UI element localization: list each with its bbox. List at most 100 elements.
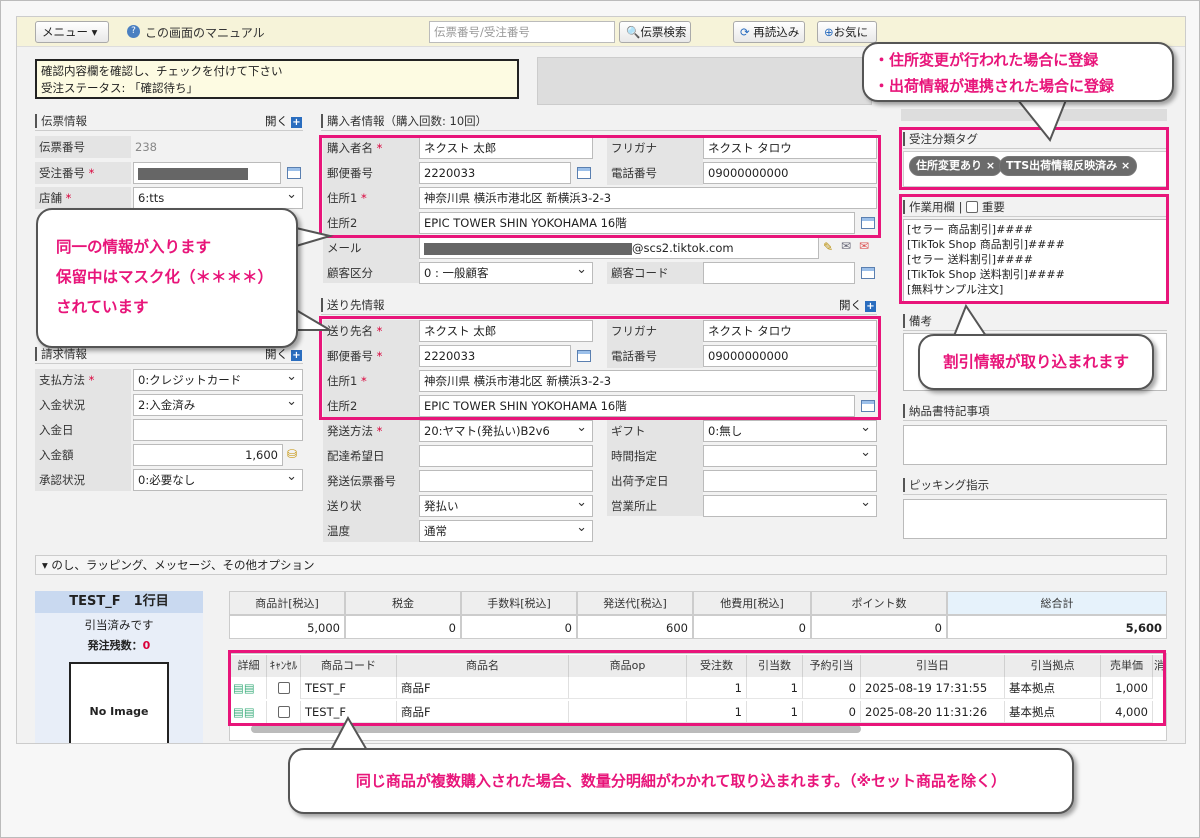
callout-lines: 同じ商品が複数購入された場合、数量分明細がわかれて取り込まれます。（※セット商品… <box>288 748 1074 814</box>
slip-search-label: 伝票検索 <box>640 25 687 39</box>
allocation-status: 引当済みです <box>84 618 154 632</box>
edit-mail-icon[interactable]: ✎ <box>823 240 833 254</box>
totals-header: 税金 <box>345 591 461 615</box>
section-ship-title: 送り先情報 <box>327 298 385 312</box>
mail-icon[interactable]: ✉ <box>841 239 851 253</box>
menu-button[interactable]: メニュー ▾ <box>35 21 109 43</box>
buyer-mail-input[interactable]: @scs2.tiktok.com <box>419 237 819 259</box>
picking-textarea[interactable] <box>903 499 1167 539</box>
deposit-amount-label: 入金額 <box>39 448 74 462</box>
status-area <box>537 57 872 105</box>
store-label: 店舗 * <box>39 191 72 205</box>
slip-no-value: 238 <box>135 140 157 154</box>
slip-no-label: 伝票番号 <box>39 140 85 154</box>
order-no-label: 受注番号 * <box>39 166 95 180</box>
totals-header: 発送代[税込] <box>577 591 693 615</box>
section-invoice-notes: 納品書特記事項 <box>903 401 1167 421</box>
store-select[interactable]: 6:tts <box>133 187 303 209</box>
time-label: 時間指定 <box>611 449 657 463</box>
plus-circle-icon: ⊕ <box>824 25 834 39</box>
notice-line-1: 確認内容欄を確認し、チェックを付けて下さい <box>41 64 283 78</box>
totals-header: 商品計[税込] <box>229 591 345 615</box>
approval-label: 承認状況 <box>39 473 85 487</box>
customer-type-select[interactable]: 0 : 一般顧客 <box>419 262 593 284</box>
callout-tags: ・住所変更が行われた場合に登録 ・出荷情報が連携された場合に登録 <box>862 42 1174 102</box>
customer-code-input[interactable] <box>703 262 855 284</box>
customer-lookup-icon[interactable] <box>861 267 875 279</box>
slip-search-input[interactable]: 伝票番号/受注番号 <box>429 21 615 43</box>
work-memo-highlight-box <box>899 194 1169 304</box>
section-buyer-info: 購入者情報（購入回数: 10回） <box>321 111 877 131</box>
payment-select[interactable]: 0:クレジットカード <box>133 369 303 391</box>
options-bar[interactable]: ▾ のし、ラッピング、メッセージ、その他オプション <box>35 555 1167 575</box>
plus-icon: + <box>291 350 302 361</box>
horizontal-scrollbar[interactable] <box>251 725 861 733</box>
deposit-amount-input[interactable]: 1,600 <box>133 444 283 466</box>
time-select[interactable] <box>703 445 877 467</box>
totals-header: 総合計 <box>947 591 1167 615</box>
calendar-icon[interactable] <box>287 167 301 179</box>
line-items-highlight-box <box>228 650 1166 726</box>
deposit-date-label: 入金日 <box>39 423 74 437</box>
payment-label: 支払方法 * <box>39 373 95 387</box>
no-image-placeholder: No Image <box>69 662 169 743</box>
mail-block-icon[interactable]: ✉ <box>859 239 869 253</box>
ship-method-label: 発送方法 * <box>327 424 383 438</box>
ship-date-input[interactable] <box>703 470 877 492</box>
deposit-date-input[interactable] <box>133 419 303 441</box>
favorite-button[interactable]: ⊕お気に <box>817 21 877 43</box>
buyer-highlight-box <box>319 135 881 238</box>
masked-value <box>138 167 248 180</box>
slip-open-toggle[interactable]: 開く + <box>265 111 302 131</box>
temperature-label: 温度 <box>327 524 350 538</box>
masked-value <box>424 242 632 255</box>
picking-title: ピッキング指示 <box>909 478 990 492</box>
billing-open-label: 開く <box>265 347 288 361</box>
coins-icon[interactable]: ⛁ <box>287 447 297 461</box>
remarks-title: 備考 <box>909 314 932 328</box>
okurijo-label: 送り状 <box>327 499 362 513</box>
section-buyer-title: 購入者情報（購入回数: 10回） <box>327 114 488 128</box>
hope-date-input[interactable] <box>419 445 593 467</box>
hope-date-label: 配達希望日 <box>327 449 385 463</box>
totals-value: 5,600 <box>947 615 1167 639</box>
temperature-select[interactable]: 通常 <box>419 520 593 542</box>
callout-tags-line-2: ・出荷情報が連携された場合に登録 <box>874 77 1115 95</box>
ship-open-toggle[interactable]: 開く + <box>839 295 876 315</box>
ship-open-label: 開く <box>839 298 862 312</box>
invoice-notes-textarea[interactable] <box>903 425 1167 465</box>
office-stop-label: 営業所止 <box>611 499 657 513</box>
approval-select[interactable]: 0:必要なし <box>133 469 303 491</box>
item-panel-title: TEST_F 1行目 <box>35 591 203 613</box>
plus-icon: + <box>291 117 302 128</box>
tags-highlight-box <box>899 127 1169 190</box>
reload-button[interactable]: ⟳ 再読込み <box>733 21 805 43</box>
manual-link[interactable]: この画面のマニュアル <box>145 24 265 41</box>
section-remarks: 備考 <box>903 311 1167 331</box>
order-no-input[interactable] <box>133 162 281 184</box>
totals-value: 0 <box>345 615 461 639</box>
totals-value: 0 <box>811 615 947 639</box>
customer-code-label: 顧客コード <box>611 266 669 280</box>
deposit-status-label: 入金状況 <box>39 398 85 412</box>
okurijo-select[interactable]: 発払い <box>419 495 593 517</box>
buyer-mail-label: メール <box>327 241 362 255</box>
right-bar-top <box>901 109 1167 121</box>
order-remaining-value: 0 <box>142 639 151 652</box>
callout-lines-text: 同じ商品が複数購入された場合、数量分明細がわかれて取り込まれます。（※セット商品… <box>355 772 1007 790</box>
slip-number-input[interactable] <box>419 470 593 492</box>
customer-type-label: 顧客区分 <box>327 266 373 280</box>
office-stop-select[interactable] <box>703 495 877 517</box>
plus-icon: + <box>865 301 876 312</box>
slip-search-button[interactable]: 🔍伝票検索 <box>619 21 691 43</box>
totals-value: 0 <box>693 615 811 639</box>
callout-mask-line-2: 保留中はマスク化（＊＊＊＊） <box>56 268 274 286</box>
deposit-status-select[interactable]: 2:入金済み <box>133 394 303 416</box>
notice-line-2: 受注ステータス: 「確認待ち」 <box>41 81 199 95</box>
gift-select[interactable]: 0:無し <box>703 420 877 442</box>
ship-method-select[interactable]: 20:ヤマト(発払い)B2v6 <box>419 420 593 442</box>
notice-box: 確認内容欄を確認し、チェックを付けて下さい 受注ステータス: 「確認待ち」 <box>35 59 519 99</box>
callout-discount: 割引情報が取り込まれます <box>918 334 1154 390</box>
ship-date-label: 出荷予定日 <box>611 474 669 488</box>
totals-header: 他費用[税込] <box>693 591 811 615</box>
